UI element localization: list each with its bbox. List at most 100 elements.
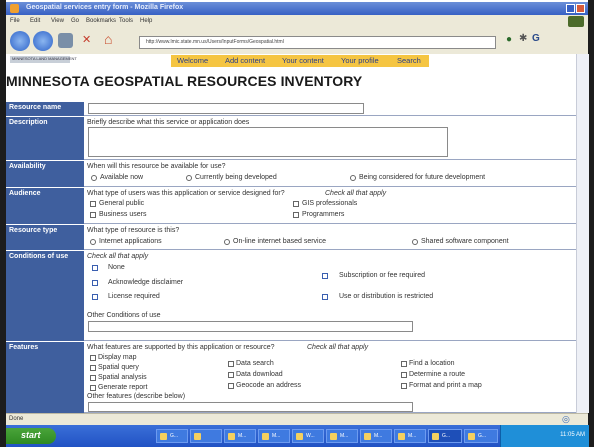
clock: 11:05 AM	[560, 432, 585, 438]
conditions-label: Conditions of use	[6, 251, 84, 341]
taskbar-item-1[interactable]: G...	[156, 429, 188, 443]
condition-license-label: License required	[108, 293, 160, 300]
status-icon: ◎	[562, 414, 570, 424]
menu-tools[interactable]: Tools	[119, 18, 133, 24]
audience-programmers-checkbox[interactable]	[293, 212, 299, 218]
menu-bar: File Edit View Go Bookmarks Tools Help	[6, 15, 588, 29]
audience-row: What type of users was this application …	[84, 188, 581, 224]
condition-restricted-label: Use or distribution is restricted	[339, 293, 434, 300]
taskbar-item-4[interactable]: M...	[258, 429, 290, 443]
minimize-button[interactable]	[566, 4, 575, 13]
audience-general-public-checkbox[interactable]	[90, 201, 96, 207]
availability-future-radio[interactable]	[350, 175, 356, 181]
conditions-other-input[interactable]	[88, 321, 413, 332]
taskbar-item-9-active[interactable]: G...	[428, 429, 462, 443]
description-row: Briefly describe what this service or ap…	[84, 117, 581, 160]
audience-programmers-label: Programmers	[302, 211, 345, 218]
nav-your-profile[interactable]: Your profile	[341, 56, 379, 65]
reload-icon[interactable]	[58, 33, 73, 48]
features-label: Features	[6, 342, 84, 413]
condition-disclaimer-checkbox[interactable]	[92, 280, 98, 286]
taskbar-item-6[interactable]: M...	[326, 429, 358, 443]
feature-find-location-checkbox[interactable]	[401, 361, 407, 367]
menu-help[interactable]: Help	[140, 18, 152, 24]
feature-print-map-checkbox[interactable]	[401, 383, 407, 389]
availability-now-label: Available now	[100, 174, 144, 181]
nav-search[interactable]: Search	[397, 56, 421, 65]
feature-spatial-query-checkbox[interactable]	[90, 365, 96, 371]
audience-gis-checkbox[interactable]	[293, 201, 299, 207]
audience-business-checkbox[interactable]	[90, 212, 96, 218]
stop-icon[interactable]: ✕	[82, 33, 91, 46]
taskbar-item-10[interactable]: G...	[464, 429, 498, 443]
quicklaunch-icons[interactable]	[63, 429, 91, 443]
condition-fee-label: Subscription or fee required	[339, 272, 425, 279]
feature-data-download-checkbox[interactable]	[228, 372, 234, 378]
condition-none-checkbox[interactable]	[92, 265, 98, 271]
home-icon[interactable]: ⌂	[104, 31, 112, 47]
menu-file[interactable]: File	[10, 18, 20, 24]
feature-print-map-label: Format and print a map	[409, 382, 482, 389]
close-button[interactable]	[576, 4, 585, 13]
availability-label: Availability	[6, 161, 84, 187]
start-button[interactable]: start	[6, 428, 56, 444]
feature-route-label: Determine a route	[409, 371, 466, 378]
audience-label: Audience	[6, 188, 84, 224]
feature-data-search-checkbox[interactable]	[228, 361, 234, 367]
resource-type-prompt: What type of resource is this?	[87, 227, 180, 234]
features-other-input[interactable]	[88, 402, 413, 412]
resource-name-row	[84, 102, 581, 116]
feature-spatial-analysis-checkbox[interactable]	[90, 375, 96, 381]
condition-disclaimer-label: Acknowledge disclaimer	[108, 279, 184, 286]
page-scrollbar[interactable]	[576, 54, 589, 413]
audience-gis-label: GIS professionals	[302, 200, 358, 207]
feature-data-search-label: Data search	[236, 360, 274, 367]
availability-developing-label: Currently being developed	[195, 174, 277, 181]
type-online-service-radio[interactable]	[224, 239, 230, 245]
options-icon[interactable]: ✱	[519, 33, 527, 44]
description-prompt: Briefly describe what this service or ap…	[87, 119, 250, 126]
window-title: Geospatial services entry form - Mozilla…	[26, 4, 184, 11]
back-icon[interactable]	[10, 31, 30, 51]
menu-go[interactable]: Go	[71, 18, 79, 24]
taskbar-item-8[interactable]: M...	[394, 429, 426, 443]
type-shared-software-radio[interactable]	[412, 239, 418, 245]
type-internet-app-radio[interactable]	[90, 239, 96, 245]
taskbar-item-2[interactable]	[190, 429, 222, 443]
taskbar-item-5[interactable]: W...	[292, 429, 324, 443]
resource-name-input[interactable]	[88, 103, 364, 114]
resource-type-row: What type of resource is this? Internet …	[84, 225, 581, 250]
menu-edit[interactable]: Edit	[30, 18, 40, 24]
condition-fee-checkbox[interactable]	[322, 273, 328, 279]
features-hint: Check all that apply	[307, 344, 369, 351]
menu-view[interactable]: View	[51, 18, 64, 24]
system-tray: 11:05 AM	[500, 425, 589, 447]
menu-bookmarks[interactable]: Bookmarks	[86, 18, 116, 24]
nav-add-content[interactable]: Add content	[225, 56, 265, 65]
taskbar-item-3[interactable]: M...	[224, 429, 256, 443]
go-icon[interactable]: ●	[506, 34, 512, 45]
nav-your-content[interactable]: Your content	[282, 56, 324, 65]
description-textarea[interactable]	[88, 127, 448, 157]
address-bar[interactable]: http://www.lmic.state.mn.us/Users/InputF…	[139, 36, 496, 49]
search-engine-icon[interactable]: G	[532, 33, 540, 44]
forward-icon[interactable]	[33, 31, 53, 51]
feature-geocode-label: Geocode an address	[236, 382, 301, 389]
condition-license-checkbox[interactable]	[92, 294, 98, 300]
availability-developing-radio[interactable]	[186, 175, 192, 181]
nav-welcome[interactable]: Welcome	[177, 56, 208, 65]
conditions-hint: Check all that apply	[87, 253, 149, 260]
features-other-label: Other features (describe below)	[87, 393, 186, 400]
feature-route-checkbox[interactable]	[401, 372, 407, 378]
condition-restricted-checkbox[interactable]	[322, 294, 328, 300]
feature-geocode-checkbox[interactable]	[228, 383, 234, 389]
site-header: MINNESOTA LAND MANAGEMENT Welcome Add co…	[6, 54, 588, 67]
availability-now-radio[interactable]	[91, 175, 97, 181]
feature-display-map-checkbox[interactable]	[90, 355, 96, 361]
status-text: Done	[9, 416, 24, 422]
feature-generate-report-checkbox[interactable]	[90, 385, 96, 391]
taskbar-item-7[interactable]: M...	[360, 429, 392, 443]
type-online-service-label: On-line internet based service	[233, 238, 326, 245]
address-url: http://www.lmic.state.mn.us/Users/InputF…	[146, 39, 284, 45]
audience-business-label: Business users	[99, 211, 147, 218]
